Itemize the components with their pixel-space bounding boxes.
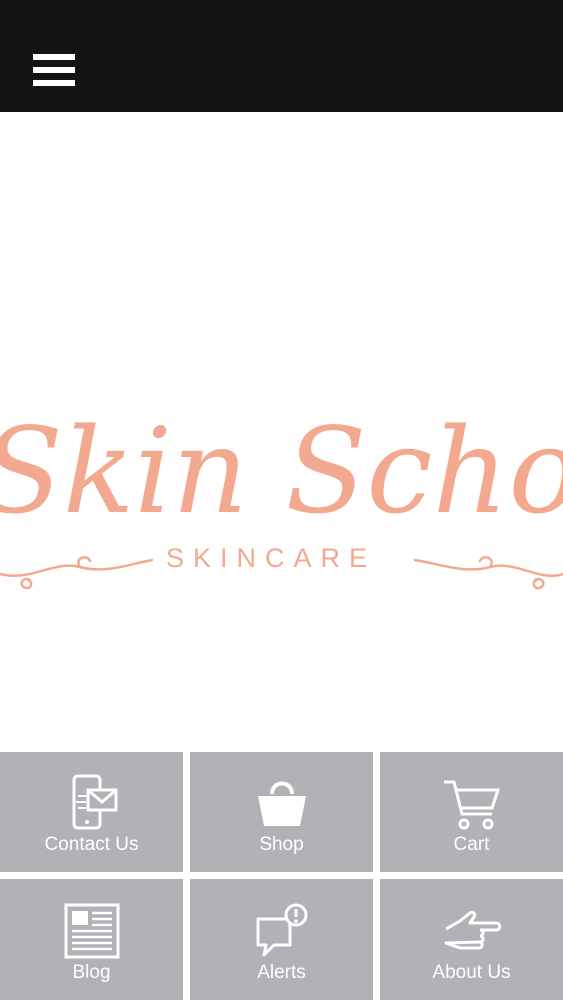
hamburger-menu-icon-bar-2 — [33, 67, 75, 73]
top-bar — [0, 0, 563, 112]
logo-script-text: Skin Scholars — [0, 402, 563, 540]
pointing-hand-icon — [444, 910, 501, 950]
hamburger-menu-button[interactable] — [28, 48, 80, 94]
tile-alerts[interactable]: Alerts — [190, 879, 373, 1000]
tile-label: Alerts — [257, 962, 306, 983]
logo-subtitle: SKINCARE — [166, 543, 376, 573]
shopping-cart-icon — [443, 780, 500, 830]
logo-banner: Skin Scholars SKINCARE — [0, 112, 563, 752]
alert-bubble-icon — [256, 903, 307, 957]
phone-mail-icon — [72, 774, 117, 830]
tile-label: Cart — [453, 834, 490, 855]
tile-label: About Us — [432, 962, 511, 983]
shopping-bag-icon — [257, 781, 306, 826]
tile-label: Shop — [259, 834, 304, 855]
hamburger-menu-icon-bar-3 — [33, 80, 75, 86]
tile-contact-us[interactable]: Contact Us — [0, 752, 183, 872]
tile-about-us[interactable]: About Us — [380, 879, 563, 1000]
tile-label: Contact Us — [44, 834, 139, 855]
hamburger-menu-icon — [33, 54, 75, 60]
tile-label: Blog — [72, 962, 111, 983]
nav-grid: Contact Us Shop Cart Blog Alerts About U… — [0, 752, 563, 1000]
newspaper-icon — [64, 903, 119, 959]
tile-shop[interactable]: Shop — [190, 752, 373, 872]
tile-blog[interactable]: Blog — [0, 879, 183, 1000]
brand-logo: Skin Scholars SKINCARE — [0, 402, 563, 590]
tile-cart[interactable]: Cart — [380, 752, 563, 872]
